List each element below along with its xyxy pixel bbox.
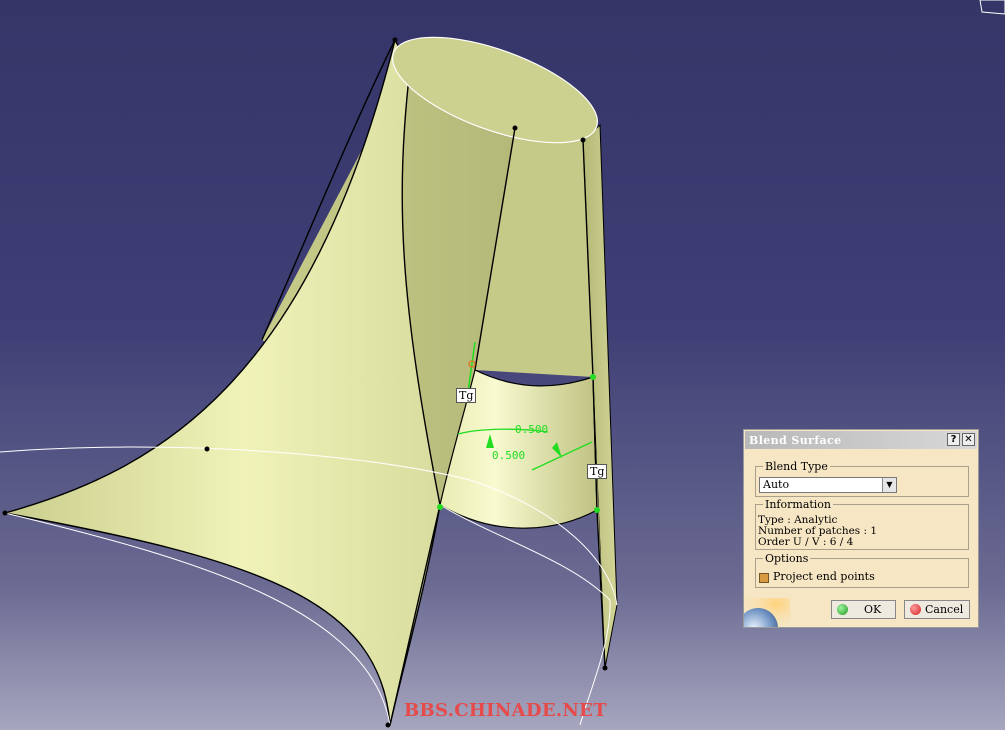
information-group: Information Type : Analytic Number of pa… xyxy=(755,498,969,550)
vertex-point xyxy=(512,125,518,131)
project-end-points-checkbox[interactable] xyxy=(759,573,769,583)
cancel-button[interactable]: Cancel xyxy=(904,600,970,619)
cancel-icon xyxy=(910,604,921,615)
green-point-3 xyxy=(437,504,443,510)
compass-icon xyxy=(979,0,1005,15)
watermark: BBS.CHINADE.NET xyxy=(404,700,607,721)
guide-curve-lower xyxy=(439,504,611,726)
close-button[interactable]: ✕ xyxy=(962,433,975,446)
blend-type-select[interactable]: Auto ▼ xyxy=(759,477,897,493)
vertex-point xyxy=(580,137,586,143)
dimension-label-upper[interactable]: 0.500 xyxy=(515,423,548,436)
information-legend: Information xyxy=(763,498,834,511)
ok-label: OK xyxy=(864,603,882,616)
cancel-label: Cancel xyxy=(925,603,964,616)
chevron-down-icon[interactable]: ▼ xyxy=(882,478,896,492)
options-group: Options Project end points xyxy=(755,552,969,588)
flared-surface xyxy=(4,38,441,726)
info-order: Order U / V : 6 / 4 xyxy=(758,536,854,548)
globe-icon xyxy=(744,598,790,627)
blend-type-group: Blend Type Auto ▼ xyxy=(755,460,969,497)
vertex-point xyxy=(392,37,398,43)
project-end-points-label: Project end points xyxy=(773,570,875,583)
vertex-point xyxy=(602,665,608,671)
dimension-label-lower[interactable]: 0.500 xyxy=(492,449,525,462)
dialog-title: Blend Surface xyxy=(749,434,842,447)
blend-type-legend: Blend Type xyxy=(763,460,830,473)
options-legend: Options xyxy=(763,552,811,565)
green-point-2 xyxy=(594,507,600,513)
help-button[interactable]: ? xyxy=(947,433,960,446)
ok-icon xyxy=(837,604,848,615)
tangency-label-right[interactable]: Tg xyxy=(587,464,608,479)
dialog-title-bar[interactable]: Blend Surface ? ✕ xyxy=(745,431,977,449)
blend-surface-dialog: Blend Surface ? ✕ Blend Type Auto ▼ Info… xyxy=(743,429,979,628)
tangency-label-left[interactable]: Tg xyxy=(456,388,477,403)
vertex-point xyxy=(204,446,210,452)
vertex-point xyxy=(385,722,391,728)
blend-type-value: Auto xyxy=(763,478,790,491)
ok-button[interactable]: OK xyxy=(831,600,896,619)
green-point-1 xyxy=(590,374,596,380)
vertex-point xyxy=(2,510,8,516)
